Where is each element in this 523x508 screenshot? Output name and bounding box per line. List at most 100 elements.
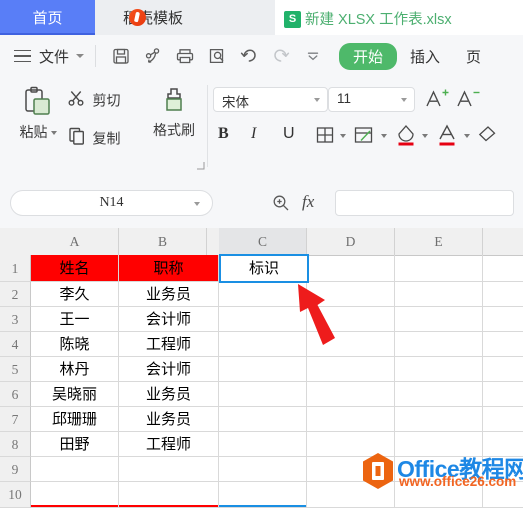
save-icon[interactable]: [110, 45, 132, 67]
cut-button[interactable]: 剪切: [66, 87, 120, 114]
cell-d6[interactable]: [307, 382, 395, 407]
cell-a7[interactable]: 邱珊珊: [31, 407, 119, 432]
cell-f1[interactable]: [483, 255, 523, 282]
font-size-combobox[interactable]: 11: [328, 87, 415, 112]
chevron-down-icon[interactable]: [76, 54, 85, 58]
column-header-f[interactable]: [483, 228, 523, 255]
row-header-10[interactable]: 10: [0, 482, 31, 508]
row-header-8[interactable]: 8: [0, 432, 31, 457]
cell-b7[interactable]: 业务员: [119, 407, 219, 432]
cell-b5[interactable]: 会计师: [119, 357, 219, 382]
customize-quick-access-icon[interactable]: [302, 45, 324, 67]
format-painter-button[interactable]: 格式刷: [143, 85, 205, 140]
cell-e6[interactable]: [395, 382, 483, 407]
row-header-7[interactable]: 7: [0, 407, 31, 432]
cell-f7[interactable]: [483, 407, 523, 432]
cell-a6[interactable]: 吴晓丽: [31, 382, 119, 407]
cell-a2[interactable]: 李久: [31, 282, 119, 307]
cell-a1[interactable]: 姓名: [31, 255, 119, 282]
cell-c7[interactable]: [219, 407, 307, 432]
tab-workbook-file[interactable]: S 新建 XLSX 工作表.xlsx: [275, 0, 523, 35]
cell-f2[interactable]: [483, 282, 523, 307]
cell-e3[interactable]: [395, 307, 483, 332]
row-header-4[interactable]: 4: [0, 332, 31, 357]
cell-b2[interactable]: 业务员: [119, 282, 219, 307]
tab-home[interactable]: 首页: [0, 0, 95, 35]
column-header-d[interactable]: D: [307, 228, 395, 255]
hamburger-icon[interactable]: [14, 49, 31, 63]
cell-b6[interactable]: 业务员: [119, 382, 219, 407]
row-header-5[interactable]: 5: [0, 357, 31, 382]
cell-b3[interactable]: 会计师: [119, 307, 219, 332]
column-header-e[interactable]: E: [395, 228, 483, 255]
cell-e5[interactable]: [395, 357, 483, 382]
row-header-1[interactable]: 1: [0, 255, 31, 282]
cell-c9[interactable]: [219, 457, 307, 482]
cell-b1[interactable]: 职称: [119, 255, 219, 282]
row-header-6[interactable]: 6: [0, 382, 31, 407]
cell-b9[interactable]: [119, 457, 219, 482]
formula-input[interactable]: [335, 190, 514, 216]
increase-font-size-icon[interactable]: [424, 87, 449, 112]
cell-e2[interactable]: [395, 282, 483, 307]
cell-b8[interactable]: 工程师: [119, 432, 219, 457]
copy-button[interactable]: 复制: [66, 125, 120, 152]
name-box[interactable]: N14: [10, 190, 213, 216]
search-function-icon[interactable]: [271, 193, 291, 213]
cell-c2[interactable]: [219, 282, 307, 307]
cell-f5[interactable]: [483, 357, 523, 382]
row-header-2[interactable]: 2: [0, 282, 31, 307]
insert-function-button[interactable]: fx: [302, 192, 314, 212]
print-icon[interactable]: [174, 45, 196, 67]
font-color-icon[interactable]: [436, 123, 458, 147]
cell-f4[interactable]: [483, 332, 523, 357]
borders-icon[interactable]: [315, 125, 335, 145]
chevron-down-icon[interactable]: [381, 134, 387, 138]
bold-button[interactable]: B: [218, 125, 229, 143]
tab-page-layout[interactable]: 页: [453, 43, 494, 70]
italic-button[interactable]: I: [251, 125, 256, 143]
cell-c8[interactable]: [219, 432, 307, 457]
cell-c10[interactable]: [219, 482, 307, 508]
underline-button[interactable]: U: [283, 125, 295, 143]
cell-a10[interactable]: [31, 482, 119, 508]
chevron-down-icon[interactable]: [50, 131, 57, 136]
clear-format-eraser-icon[interactable]: [477, 125, 501, 147]
cell-d7[interactable]: [307, 407, 395, 432]
tab-start[interactable]: 开始: [339, 42, 398, 70]
column-header-b[interactable]: B: [119, 228, 207, 255]
cell-c4[interactable]: [219, 332, 307, 357]
merge-cells-icon[interactable]: [353, 125, 375, 145]
cell-a4[interactable]: 陈晓: [31, 332, 119, 357]
decrease-font-size-icon[interactable]: [455, 87, 480, 112]
cell-a8[interactable]: 田野: [31, 432, 119, 457]
cell-d5[interactable]: [307, 357, 395, 382]
paste-button[interactable]: 粘贴: [10, 85, 66, 142]
redo-icon[interactable]: [270, 45, 292, 67]
cell-c3[interactable]: [219, 307, 307, 332]
cell-c5[interactable]: [219, 357, 307, 382]
column-header-c[interactable]: C: [219, 228, 307, 255]
cell-a5[interactable]: 林丹: [31, 357, 119, 382]
cell-e1[interactable]: [395, 255, 483, 282]
chevron-down-icon[interactable]: [422, 134, 428, 138]
row-header-3[interactable]: 3: [0, 307, 31, 332]
tab-docer-template[interactable]: 稻壳模板: [95, 0, 275, 35]
chevron-down-icon[interactable]: [194, 202, 200, 206]
file-menu-button[interactable]: 文件: [39, 46, 69, 67]
column-header-a[interactable]: A: [31, 228, 119, 255]
cell-b4[interactable]: 工程师: [119, 332, 219, 357]
cell-a9[interactable]: [31, 457, 119, 482]
tab-insert[interactable]: 插入: [397, 43, 453, 70]
cell-b10[interactable]: [119, 482, 219, 508]
cell-a3[interactable]: 王一: [31, 307, 119, 332]
cell-e7[interactable]: [395, 407, 483, 432]
undo-icon[interactable]: [238, 45, 260, 67]
cell-f6[interactable]: [483, 382, 523, 407]
share-output-icon[interactable]: [142, 45, 164, 67]
chevron-down-icon[interactable]: [464, 134, 470, 138]
chevron-down-icon[interactable]: [401, 98, 407, 102]
font-name-combobox[interactable]: 宋体: [213, 87, 328, 112]
chevron-down-icon[interactable]: [314, 98, 320, 102]
fill-color-icon[interactable]: [395, 123, 417, 147]
